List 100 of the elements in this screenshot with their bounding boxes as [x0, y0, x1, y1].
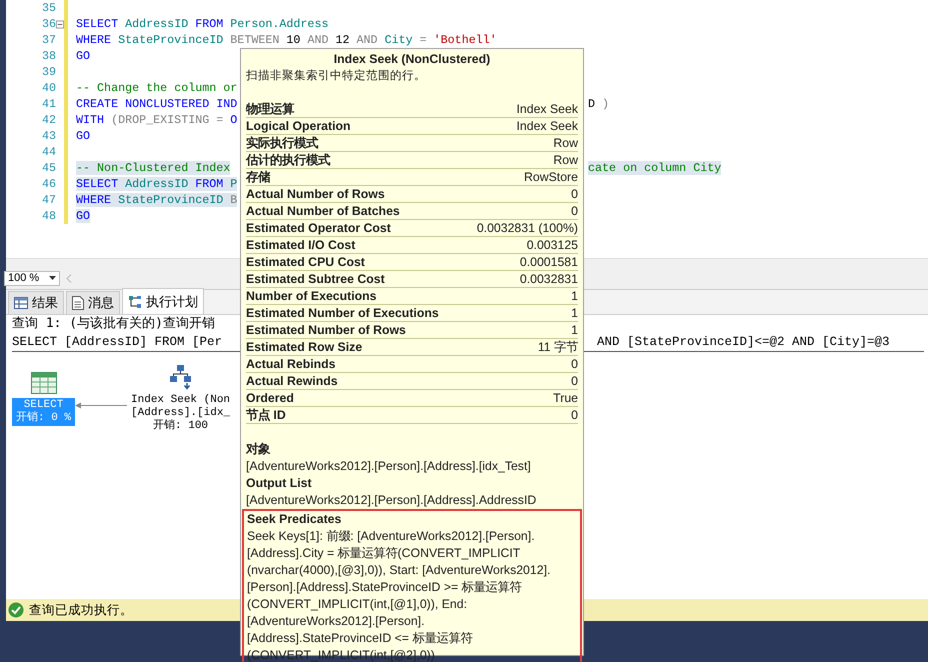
- property-label: 存储: [246, 169, 270, 185]
- code-token: GO: [76, 209, 90, 223]
- code-token: City: [384, 33, 413, 47]
- code-token: D: [588, 97, 596, 111]
- property-value: 0: [571, 186, 578, 202]
- line-number: 41: [40, 97, 56, 111]
- code-token: GO: [76, 129, 90, 143]
- code-token: BETWEEN: [230, 33, 280, 47]
- code-token: FROM: [195, 177, 224, 191]
- tooltip-description: 扫描非聚集索引中特定范围的行。: [246, 68, 427, 84]
- code-token: FROM: [195, 17, 224, 31]
- section-text: Seek Keys[1]: 前缀: [AdventureWorks2012].[Person]. [Address].City = 标量运算符(CONVERT_IMPLICIT (nvarchar(4000),[@3],0)), Start: [AdventureWorks2012]. [Person].[Address].StateProvinceID >= 标量运算符 (CONVERT_IMPLICIT(int,[@1],0)), End: [AdventureWorks2012].[Person]. [Address].StateProvinceID <= 标量运算符 (CONVERT_IMPLICIT(int,[@2],0)): [247, 528, 552, 662]
- line-number: 42: [40, 113, 56, 127]
- code-token: 10: [286, 33, 300, 47]
- query-text: SELECT [AddressID] FROM [Per: [12, 334, 222, 351]
- code-token: SELECT: [76, 17, 118, 31]
- line-number: 46: [40, 177, 56, 191]
- property-value: 1: [571, 305, 578, 321]
- code-token: -- Non-Clustered Index: [76, 161, 230, 175]
- code-token: WHERE: [76, 193, 112, 207]
- code-token: Person.Address: [230, 17, 328, 31]
- line-number: 36: [40, 17, 56, 31]
- property-label: Estimated Number of Rows: [246, 322, 406, 338]
- code-token: (DROP_EXISTING: [111, 113, 210, 127]
- code-token: WITH: [76, 113, 104, 127]
- code-token: -- Change the column or: [76, 81, 238, 95]
- line-number: 48: [40, 209, 56, 223]
- line-number: 37: [40, 33, 56, 47]
- table-icon[interactable]: [30, 372, 56, 394]
- document-icon: [72, 296, 84, 310]
- success-icon: [8, 602, 24, 618]
- property-label: Estimated Row Size: [246, 339, 362, 355]
- query-text: AND [StateProvinceID]<=@2 AND [City]=@3: [597, 334, 890, 351]
- property-value: Row: [553, 135, 578, 151]
- caret-icon: [49, 276, 56, 280]
- code-token: AddressID: [125, 177, 188, 191]
- code-token: IND: [216, 97, 238, 111]
- line-number: 45: [40, 161, 56, 175]
- collapse-icon[interactable]: [56, 20, 64, 28]
- property-value: 0: [571, 407, 578, 423]
- property-label: Estimated Subtree Cost: [246, 271, 385, 287]
- plan-node-label: [Address].[idx_: [131, 407, 230, 419]
- property-value: 0: [571, 373, 578, 389]
- line-number: 38: [40, 49, 56, 63]
- property-label: Estimated CPU Cost: [246, 254, 365, 270]
- code-token: CREATE: [76, 97, 118, 111]
- property-value: 0.003125: [526, 237, 578, 253]
- plan-icon: [128, 294, 142, 308]
- code-token: ): [602, 97, 610, 111]
- code-token: AND: [356, 33, 378, 47]
- property-value: 0.0032831 (100%): [476, 220, 578, 236]
- code-token: StateProvinceID: [118, 33, 224, 47]
- plan-node-label: 开销: 100: [152, 420, 210, 433]
- index-seek-icon[interactable]: [168, 364, 194, 390]
- section-text: [AdventureWorks2012].[Person].[Address].AddressID: [246, 492, 538, 509]
- property-label: Actual Number of Rows: [246, 186, 385, 202]
- property-value: 11 字节: [538, 339, 578, 355]
- zoom-dropdown[interactable]: 100 %: [4, 270, 60, 286]
- results-tab[interactable]: 结果: [8, 291, 64, 314]
- line-number: 43: [40, 129, 56, 143]
- property-value: 0: [571, 356, 578, 372]
- property-value: True: [553, 390, 578, 406]
- status-text: 查询已成功执行。: [29, 602, 133, 618]
- property-value: 0: [571, 203, 578, 219]
- code-token: SELECT: [76, 177, 118, 191]
- code-token: =: [216, 113, 224, 127]
- line-number: 47: [40, 193, 56, 207]
- property-label: Actual Rebinds: [246, 356, 336, 372]
- section-heading: 对象: [246, 441, 272, 458]
- property-label: Logical Operation: [246, 118, 351, 134]
- property-label: 估计的执行模式: [246, 152, 330, 168]
- code-token: =: [420, 33, 427, 47]
- property-label: Actual Rewinds: [246, 373, 338, 389]
- line-number: 35: [40, 1, 56, 15]
- query-header: 查询 1: (与该批有关的)查询开销: [12, 315, 215, 333]
- code-token: NONCLUSTERED: [125, 97, 210, 111]
- results-tab[interactable]: 消息: [66, 291, 120, 314]
- code-token: WHERE: [76, 33, 112, 47]
- code-token: AND: [307, 33, 328, 47]
- property-label: 节点 ID: [246, 407, 286, 423]
- code-token: P: [230, 177, 238, 191]
- results-tab[interactable]: 执行计划: [122, 288, 204, 314]
- line-number: 39: [40, 65, 56, 79]
- property-label: Ordered: [246, 390, 294, 406]
- arrow-connector: [75, 402, 128, 409]
- property-value: 1: [571, 288, 578, 304]
- code-token: StateProvinceID: [118, 193, 224, 207]
- property-label: Estimated I/O Cost: [246, 237, 356, 253]
- line-number: 40: [40, 81, 56, 95]
- property-value: 1: [571, 322, 578, 338]
- section-heading: Output List: [246, 475, 313, 492]
- property-value: Index Seek: [516, 101, 578, 117]
- code-token: GO: [76, 49, 90, 63]
- code-token: 'Bothell': [434, 33, 497, 47]
- section-heading: Seek Predicates: [247, 511, 342, 528]
- property-label: 实际执行模式: [246, 135, 318, 151]
- code-token: B: [230, 193, 238, 207]
- property-label: Actual Number of Batches: [246, 203, 400, 219]
- section-text: [AdventureWorks2012].[Person].[Address].[idx_Test]: [246, 458, 532, 475]
- property-label: Estimated Number of Executions: [246, 305, 439, 321]
